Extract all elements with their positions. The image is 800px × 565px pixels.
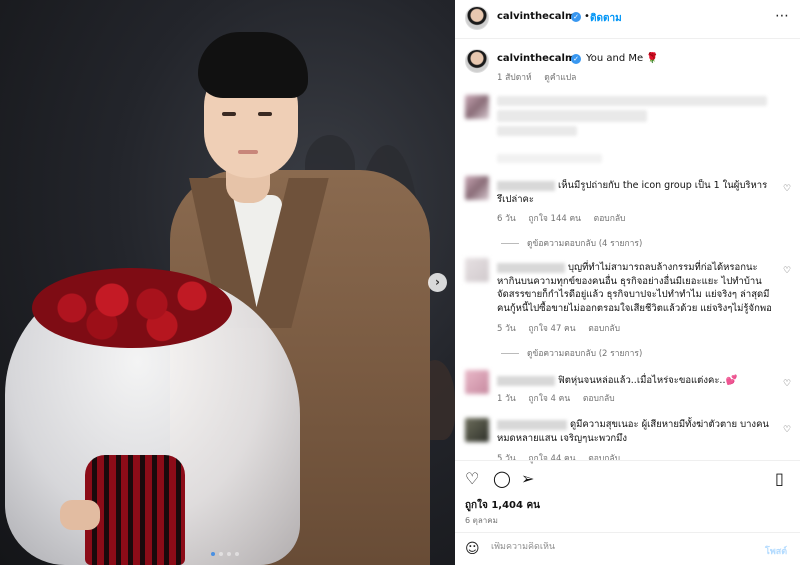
caption-text: You and Me 🌹 bbox=[586, 53, 659, 64]
more-options-icon[interactable]: ⋯ bbox=[775, 8, 790, 24]
post-date: 6 ตุลาคม bbox=[465, 516, 498, 525]
avatar[interactable] bbox=[465, 49, 489, 73]
post-header: calvinthecalm ✓ • ติดตาม ⋯ bbox=[455, 0, 800, 39]
reply-link[interactable]: ตอบกลับ bbox=[588, 324, 620, 334]
chevron-right-icon[interactable]: › bbox=[428, 273, 447, 292]
comment-likes[interactable]: ถูกใจ 47 คน bbox=[528, 324, 575, 334]
likes-count[interactable]: ถูกใจ 1,404 คน bbox=[465, 498, 540, 513]
redacted-text bbox=[497, 110, 647, 122]
bookmark-icon[interactable]: ▯ bbox=[775, 469, 784, 488]
redacted-text bbox=[497, 96, 767, 106]
redacted-text bbox=[497, 154, 602, 163]
comment-heart-icon[interactable]: ♡ bbox=[783, 379, 791, 389]
post-side-panel: calvinthecalm ✓ • ติดตาม ⋯ calvinthecalm… bbox=[455, 0, 800, 565]
view-replies-link[interactable]: ดูข้อความตอบกลับ (4 รายการ) bbox=[501, 236, 642, 250]
caption-username[interactable]: calvinthecalm bbox=[497, 53, 575, 64]
redacted-username bbox=[497, 419, 567, 430]
comment-age: 1 วัน bbox=[497, 394, 516, 404]
redacted-text bbox=[497, 126, 577, 136]
carousel-dot bbox=[235, 552, 239, 556]
carousel-dot bbox=[219, 552, 223, 556]
verified-badge-icon: ✓ bbox=[571, 12, 581, 22]
comment-likes[interactable]: ถูกใจ 144 คน bbox=[528, 214, 581, 224]
commenter-avatar[interactable] bbox=[465, 370, 489, 394]
avatar[interactable] bbox=[465, 6, 489, 30]
carousel-dot bbox=[227, 552, 231, 556]
carousel-dots bbox=[211, 552, 239, 556]
red-roses bbox=[32, 268, 232, 348]
comment-likes[interactable]: ถูกใจ 4 คน bbox=[528, 394, 570, 404]
comment-meta: 1 วัน ถูกใจ 4 คน ตอบกลับ bbox=[497, 391, 625, 405]
reply-link[interactable]: ตอบกลับ bbox=[583, 394, 615, 404]
eye bbox=[258, 112, 272, 116]
carousel-dot bbox=[211, 552, 215, 556]
caption-age: 1 สัปดาห์ bbox=[497, 73, 532, 83]
add-comment-input[interactable] bbox=[491, 542, 741, 552]
hand bbox=[60, 500, 100, 530]
redacted-username bbox=[497, 375, 555, 386]
comment-heart-icon[interactable]: ♡ bbox=[783, 184, 791, 194]
share-icon[interactable]: ➢ bbox=[521, 469, 534, 488]
comment-text: ดูมีความสุขเนอะ ผู้เสียหายมีทั้งฆ่าตัวตา… bbox=[497, 419, 769, 444]
comment-age: 5 วัน bbox=[497, 324, 516, 334]
post-comment-button[interactable]: โพสต์ bbox=[765, 544, 787, 558]
translate-link[interactable]: ดูคำแปล bbox=[544, 73, 576, 83]
redacted-username bbox=[497, 180, 555, 191]
heart-icon[interactable]: ♡ bbox=[465, 469, 479, 488]
view-replies-link[interactable]: ดูข้อความตอบกลับ (2 รายการ) bbox=[501, 346, 642, 360]
ribbon bbox=[85, 455, 185, 565]
emoji-icon[interactable]: ☺ bbox=[465, 541, 480, 557]
reply-link[interactable]: ตอบกลับ bbox=[594, 214, 626, 224]
redacted-avatar bbox=[465, 95, 489, 119]
comment-text: ฟิตหุ่นจนหล่อแล้ว..เมื่อไหร่จะขอแต่งคะ..… bbox=[497, 374, 772, 388]
commenter-avatar[interactable] bbox=[465, 418, 489, 442]
post-photo[interactable]: › bbox=[0, 0, 455, 565]
comment-meta: 5 วัน ถูกใจ 47 คน ตอบกลับ bbox=[497, 321, 630, 335]
eye bbox=[222, 112, 236, 116]
hair bbox=[198, 32, 308, 98]
comment-icon[interactable]: ◯ bbox=[493, 469, 511, 488]
comment-heart-icon[interactable]: ♡ bbox=[783, 266, 791, 276]
comment-text: บุญที่ทำไม่สามารถลบล้างกรรมที่ก่อได้หรอก… bbox=[497, 262, 772, 314]
comment-heart-icon[interactable]: ♡ bbox=[783, 425, 791, 435]
caption-meta: 1 สัปดาห์ ดูคำแปล bbox=[497, 70, 586, 84]
mouth bbox=[238, 150, 258, 154]
commenter-avatar[interactable] bbox=[465, 176, 489, 200]
header-username[interactable]: calvinthecalm bbox=[497, 11, 575, 22]
add-comment-bar: ☺ โพสต์ bbox=[455, 532, 800, 565]
commenter-avatar[interactable] bbox=[465, 258, 489, 282]
comment-text: เห็นมีรูปถ่ายกับ the icon group เป็น 1 ใ… bbox=[497, 180, 768, 205]
follow-button[interactable]: ติดตาม bbox=[590, 11, 622, 26]
comment-age: 6 วัน bbox=[497, 214, 516, 224]
redacted-username bbox=[497, 262, 565, 273]
comment-meta: 6 วัน ถูกใจ 144 คน ตอบกลับ bbox=[497, 211, 635, 225]
verified-badge-icon: ✓ bbox=[571, 54, 581, 64]
